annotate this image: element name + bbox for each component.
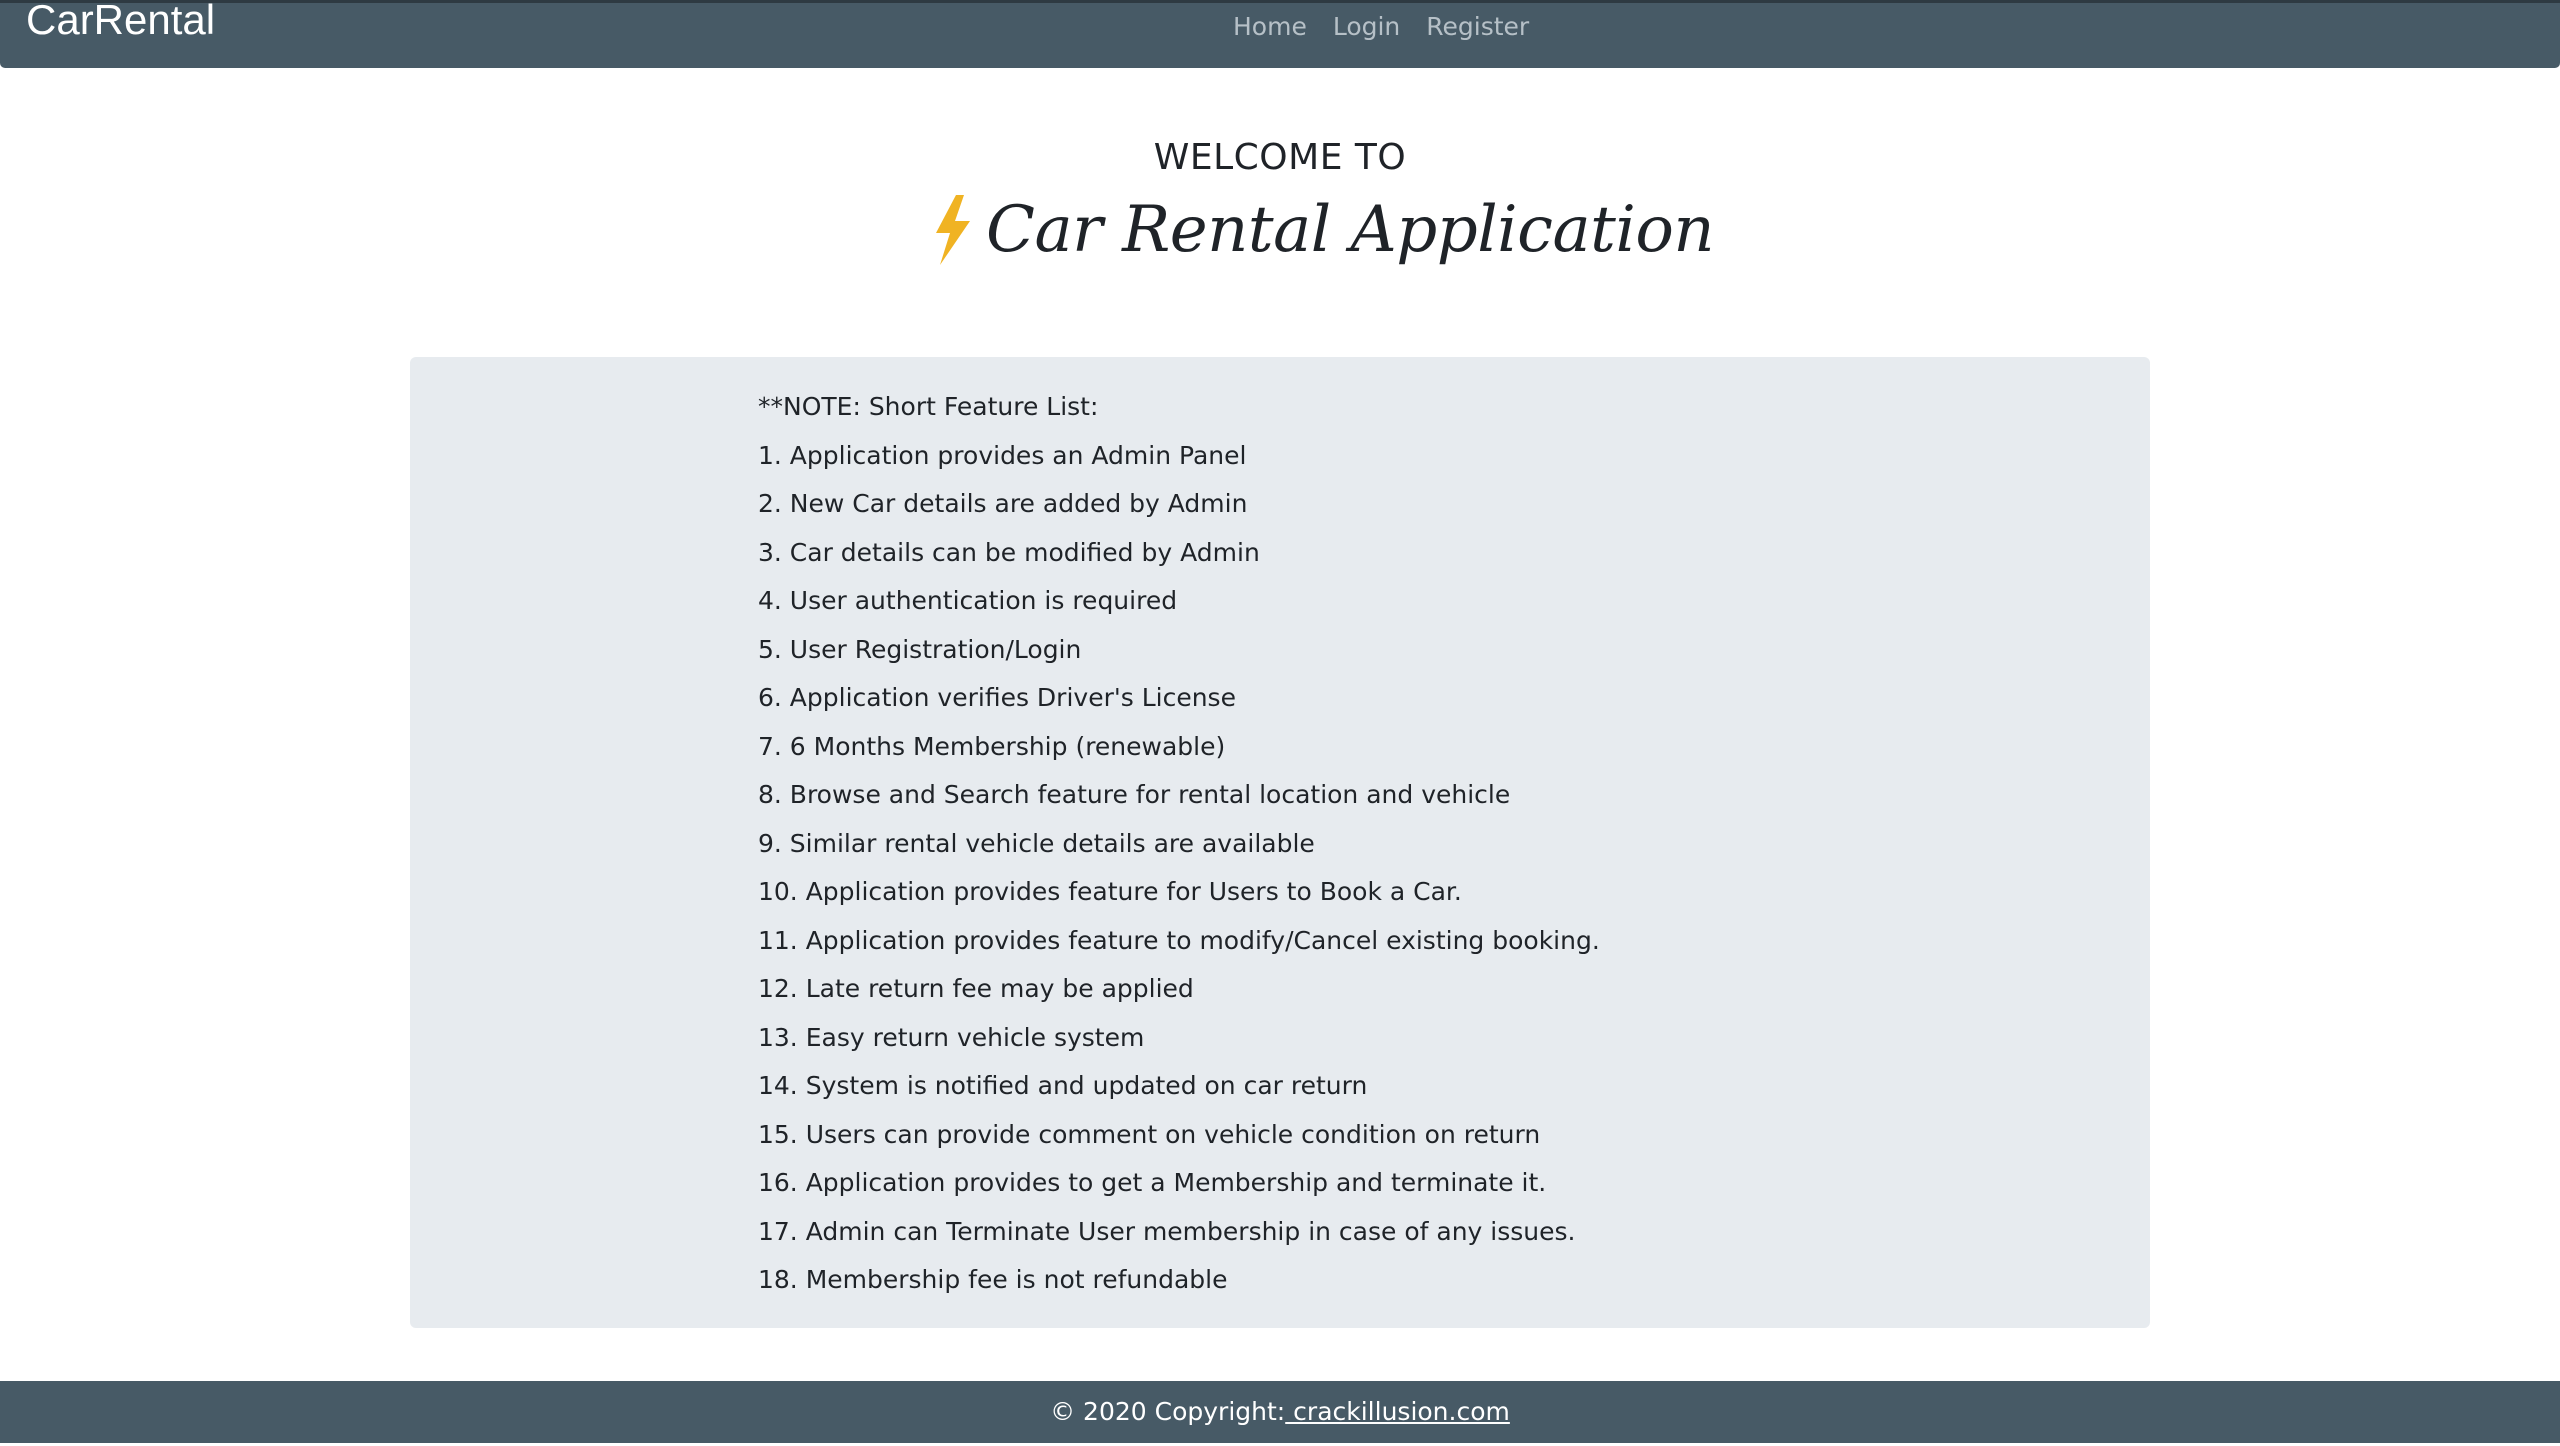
nav-link-home[interactable]: Home: [1220, 10, 1320, 44]
welcome-heading: WELCOME TO: [1153, 137, 1407, 178]
list-item: 15. Users can provide comment on vehicle…: [758, 1119, 1541, 1149]
list-item: 16. Application provides to get a Member…: [758, 1168, 1547, 1197]
list-item: 12. Late return fee may be applied: [758, 974, 1194, 1003]
list-item: 10. Application provides feature for Use…: [758, 877, 1462, 906]
feature-list-heading: **NOTE: Short Feature List:: [758, 392, 1099, 421]
footer-copyright: © 2020 Copyright:: [1050, 1397, 1286, 1426]
top-navbar: CarRental Home Login Register: [0, 0, 2560, 68]
list-item: 2. New Car details are added by Admin: [758, 489, 1248, 518]
list-item: 9. Similar rental vehicle details are av…: [758, 828, 1315, 858]
nav-links: Home Login Register: [1220, 10, 1542, 44]
footer-site-link[interactable]: crackillusion.com: [1285, 1397, 1510, 1426]
list-item: 11. Application provides feature to modi…: [758, 925, 1600, 955]
lightning-bolt-icon: [936, 195, 970, 265]
brand-logo-text[interactable]: CarRental: [26, 0, 215, 43]
list-item: 1. Application provides an Admin Panel: [758, 440, 1247, 470]
feature-notes-panel: **NOTE: Short Feature List: 1. Applicati…: [410, 357, 2150, 1328]
feature-list: **NOTE: Short Feature List: 1. Applicati…: [758, 383, 1600, 1305]
list-item: 6. Application verifies Driver's License: [758, 683, 1236, 712]
list-item: 14. System is notified and updated on ca…: [758, 1071, 1368, 1100]
app-title: Car Rental Application: [986, 193, 1715, 267]
app-title-row: Car Rental Application: [930, 180, 1715, 280]
hero-section: WELCOME TO Car Rental Application: [0, 132, 2560, 267]
list-item: 8. Browse and Search feature for rental …: [758, 780, 1511, 809]
list-item: 5. User Registration/Login: [758, 634, 1082, 664]
nav-link-register[interactable]: Register: [1413, 10, 1542, 44]
list-item: 3. Car details can be modified by Admin: [758, 537, 1260, 567]
list-item: 4. User authentication is required: [758, 586, 1178, 615]
list-item: 13. Easy return vehicle system: [758, 1022, 1145, 1052]
page-footer: © 2020 Copyright: crackillusion.com: [0, 1381, 2560, 1443]
list-item: 18. Membership fee is not refundable: [758, 1265, 1228, 1294]
nav-link-login[interactable]: Login: [1320, 10, 1413, 44]
list-item: 7. 6 Months Membership (renewable): [758, 731, 1226, 761]
list-item: 17. Admin can Terminate User membership …: [758, 1216, 1576, 1246]
